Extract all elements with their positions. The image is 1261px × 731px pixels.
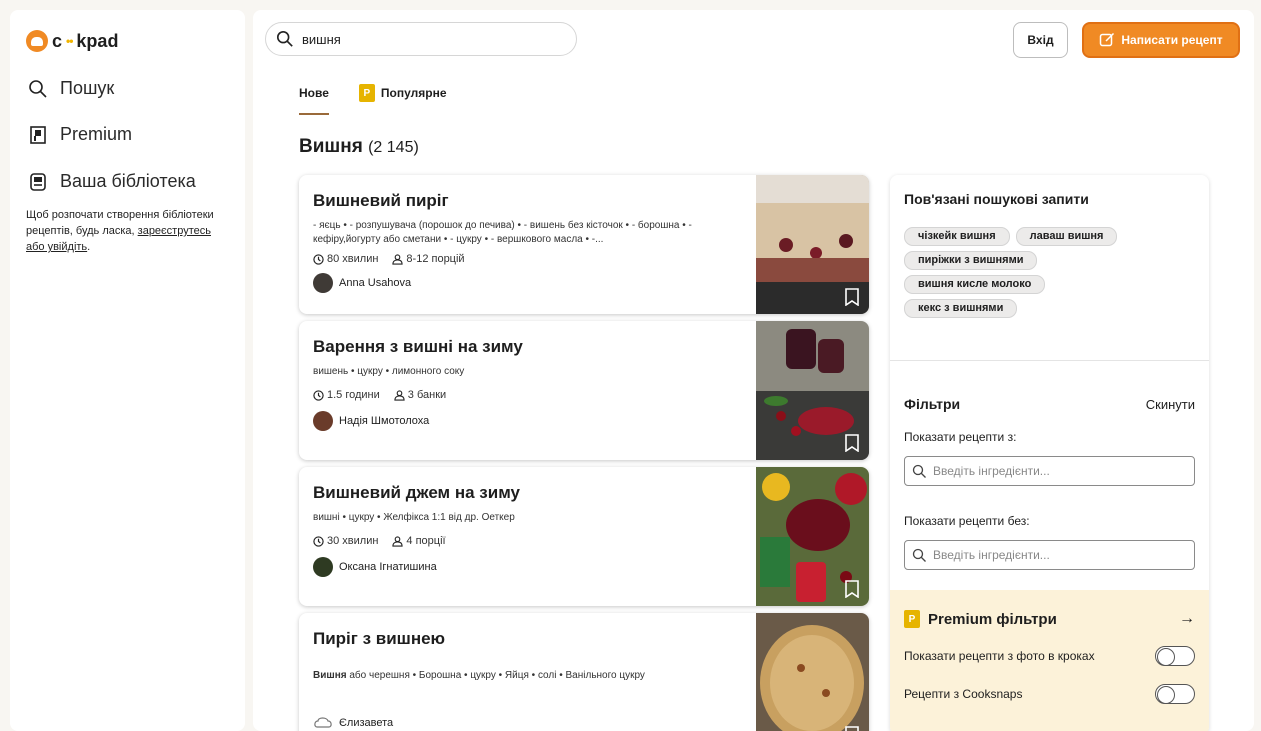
write-recipe-button[interactable]: Написати рецепт bbox=[1082, 22, 1240, 58]
premium-icon: P bbox=[904, 610, 920, 628]
search-icon bbox=[29, 79, 47, 98]
side-panel: Пов'язані пошукові запити чізкейк вишня … bbox=[890, 175, 1209, 731]
search-icon bbox=[912, 464, 926, 478]
premium-filters-header[interactable]: P Premium фільтри → bbox=[904, 610, 1195, 628]
cook-time: 80 хвилин bbox=[313, 253, 378, 265]
exclude-label: Показати рецепти без: bbox=[904, 514, 1030, 528]
recipe-author[interactable]: Надія Шмотолоха bbox=[313, 411, 753, 431]
related-chip[interactable]: кекс з вишнями bbox=[904, 299, 1018, 318]
premium-filters: P Premium фільтри → Показати рецепти з ф… bbox=[890, 590, 1209, 731]
servings: 4 порції bbox=[392, 535, 446, 547]
related-chips: чізкейк вишня лаваш вишня пиріжки з вишн… bbox=[904, 227, 1164, 318]
bookmark-icon[interactable] bbox=[845, 726, 859, 731]
search-icon bbox=[912, 548, 926, 562]
library-icon bbox=[30, 172, 46, 191]
logo-dots: •• bbox=[66, 34, 73, 48]
sidebar-item-search[interactable]: Пошук bbox=[28, 78, 114, 99]
premium-icon bbox=[30, 125, 46, 144]
include-ingredients-input[interactable]: Введіть інгредієнти... bbox=[904, 456, 1195, 486]
recipe-ingredients: Вишня або черешня • Борошна • цукру • Яй… bbox=[313, 670, 645, 681]
search-value: вишня bbox=[302, 31, 341, 47]
library-signup-note: Щоб розпочати створення бібліотеки рецеп… bbox=[26, 209, 214, 253]
premium-icon: P bbox=[358, 84, 375, 102]
clock-icon bbox=[313, 389, 324, 401]
main-content: вишня Вхід Написати рецепт Нове P Популя… bbox=[253, 10, 1254, 731]
edit-icon bbox=[1100, 32, 1115, 47]
sidebar-item-label: Ваша бібліотека bbox=[60, 171, 196, 191]
recipe-title[interactable]: Варення з вишні на зиму bbox=[313, 337, 753, 357]
sidebar-item-library[interactable]: Ваша бібліотека bbox=[28, 171, 196, 192]
toggle-row: Показати рецепти з фото в кроках bbox=[904, 646, 1195, 666]
bookmark-icon[interactable] bbox=[845, 580, 859, 598]
recipe-author[interactable]: Оксана Ігнатишина bbox=[313, 557, 753, 577]
tabs: Нове P Популярне bbox=[299, 80, 447, 115]
sidebar-item-label: Пошук bbox=[60, 78, 115, 98]
chef-hat-icon bbox=[26, 30, 48, 52]
recipe-ingredients: вишні • цукру • Желфікса 1:1 від др. Оет… bbox=[313, 512, 515, 523]
recipe-title[interactable]: Вишневий джем на зиму bbox=[313, 483, 753, 503]
logo-text-start: c bbox=[52, 30, 63, 51]
chef-hat-icon bbox=[314, 717, 332, 728]
toggle-row: Рецепти з Cooksnaps bbox=[904, 684, 1195, 704]
recipe-card[interactable]: Вишневий джем на зиму вишні • цукру • Же… bbox=[299, 467, 869, 606]
related-chip[interactable]: пиріжки з вишнями bbox=[904, 251, 1038, 270]
search-icon bbox=[276, 30, 293, 47]
avatar bbox=[313, 411, 333, 431]
recipe-author[interactable]: Anna Usahova bbox=[313, 273, 753, 293]
sidebar-item-label: Premium bbox=[60, 124, 133, 144]
person-icon bbox=[392, 535, 404, 547]
recipe-card[interactable]: Вишневий пиріг - яєць • - розпушувача (п… bbox=[299, 175, 869, 314]
recipe-card[interactable]: Пиріг з вишнею Вишня або черешня • Борош… bbox=[299, 613, 869, 731]
recipe-card[interactable]: Варення з вишні на зиму вишень • цукру •… bbox=[299, 321, 869, 460]
bookmark-icon[interactable] bbox=[845, 288, 859, 306]
sidebar: c •• kpad Пошук Premium Ваша бібліотека Що… bbox=[10, 10, 245, 731]
recipe-ingredients: вишень • цукру • лимонного соку bbox=[313, 366, 465, 377]
related-chip[interactable]: вишня кисле молоко bbox=[904, 275, 1046, 294]
clock-icon bbox=[313, 535, 324, 547]
photo-steps-toggle[interactable] bbox=[1155, 646, 1195, 666]
tab-popular[interactable]: P Популярне bbox=[358, 80, 447, 115]
reset-filters-button[interactable]: Скинути bbox=[1146, 397, 1195, 412]
tab-new[interactable]: Нове bbox=[299, 80, 329, 115]
avatar bbox=[313, 557, 333, 577]
avatar bbox=[313, 273, 333, 293]
page-title: Вишня (2 145) bbox=[299, 136, 419, 157]
results-count: (2 145) bbox=[368, 139, 419, 156]
clock-icon bbox=[313, 253, 324, 265]
cook-time: 1.5 години bbox=[313, 389, 380, 401]
related-chip[interactable]: лаваш вишня bbox=[1015, 227, 1118, 246]
cook-time: 30 хвилин bbox=[313, 535, 378, 547]
filters: Фільтри Скинути Показати рецепти з: Введ… bbox=[890, 362, 1209, 570]
related-searches: Пов'язані пошукові запити чізкейк вишня … bbox=[890, 175, 1209, 361]
related-title: Пов'язані пошукові запити bbox=[904, 191, 1089, 207]
recipe-title[interactable]: Пиріг з вишнею bbox=[313, 629, 753, 649]
recipe-author[interactable]: Єлизавета bbox=[313, 715, 753, 731]
servings: 3 банки bbox=[394, 389, 446, 401]
servings: 8-12 порцій bbox=[392, 253, 465, 265]
bookmark-icon[interactable] bbox=[845, 434, 859, 452]
include-label: Показати рецепти з: bbox=[904, 430, 1017, 444]
related-chip[interactable]: чізкейк вишня bbox=[904, 227, 1010, 246]
person-icon bbox=[392, 253, 404, 265]
recipe-title[interactable]: Вишневий пиріг bbox=[313, 191, 753, 211]
logo-text-end: kpad bbox=[76, 30, 119, 51]
exclude-ingredients-input[interactable]: Введіть інгредієнти... bbox=[904, 540, 1195, 570]
search-input[interactable]: вишня bbox=[265, 22, 577, 56]
arrow-right-icon[interactable]: → bbox=[1179, 610, 1195, 628]
sidebar-item-premium[interactable]: Premium bbox=[28, 124, 132, 145]
login-button[interactable]: Вхід bbox=[1013, 22, 1068, 58]
cookpad-logo[interactable]: c •• kpad bbox=[26, 30, 118, 52]
recipe-ingredients: - яєць • - розпушувача (порошок до печив… bbox=[313, 220, 692, 245]
person-icon bbox=[394, 389, 405, 401]
recipe-photo[interactable] bbox=[756, 613, 869, 731]
filters-title: Фільтри bbox=[904, 396, 961, 412]
cooksnaps-toggle[interactable] bbox=[1155, 684, 1195, 704]
